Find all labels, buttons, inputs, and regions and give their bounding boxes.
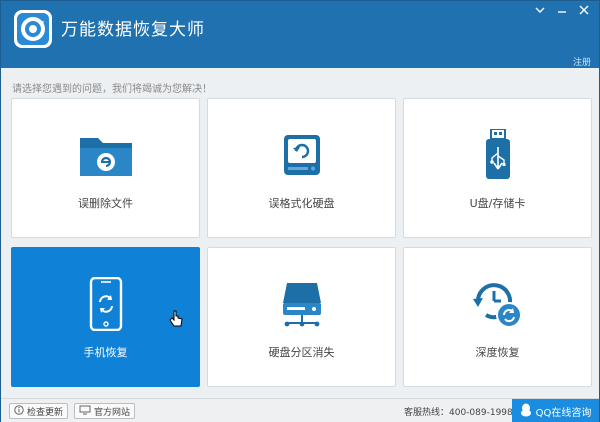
qq-consult-button[interactable]: QQ在线咨询	[512, 399, 599, 422]
website-button[interactable]: 官方网站	[74, 403, 136, 419]
phone-recover-icon	[76, 277, 136, 331]
tile-label: 深度恢复	[475, 346, 520, 359]
mouse-cursor-icon	[169, 310, 183, 332]
hint-text: 请选择您遇到的问题，我们将竭诚为您解决！	[12, 84, 212, 95]
tile-deleted-files[interactable]: 误删除文件	[11, 98, 200, 238]
info-icon	[14, 404, 24, 418]
tile-label: 硬盘分区消失	[268, 346, 335, 359]
tile-label: 误删除文件	[78, 197, 133, 210]
website-label: 官方网站	[94, 407, 131, 418]
tile-label: 手机恢复	[83, 346, 128, 359]
tile-usb-card[interactable]: U盘/存储卡	[403, 98, 592, 238]
monitor-icon	[79, 405, 91, 418]
deep-recover-icon	[468, 278, 528, 330]
tile-label: 误格式化硬盘	[268, 197, 335, 210]
status-bar: 检查更新 官方网站 客服热线：400-089-1998 QQ在线咨询	[1, 398, 599, 422]
hotline-text: 客服热线：400-089-1998	[404, 408, 513, 418]
folder-recover-icon	[76, 129, 136, 181]
qq-penguin-icon	[520, 403, 532, 420]
tile-formatted-disk[interactable]: 误格式化硬盘	[207, 98, 396, 238]
minimize-icon[interactable]	[553, 3, 571, 17]
qq-consult-label: QQ在线咨询	[535, 407, 592, 419]
app-window: 万能数据恢复大师 注册 请选择您遇到的问题，我们将竭诚为您解决！ 误删除文件 误…	[0, 0, 600, 422]
window-controls	[531, 3, 593, 17]
close-icon[interactable]	[575, 3, 593, 17]
tile-label: U盘/存储卡	[469, 197, 526, 210]
tile-deep-recover[interactable]: 深度恢复	[403, 247, 592, 387]
title-bar: 万能数据恢复大师 注册	[1, 1, 599, 68]
app-logo-icon	[13, 9, 53, 49]
usb-drive-icon	[468, 129, 528, 181]
dropdown-menu-icon[interactable]	[531, 3, 549, 17]
app-title: 万能数据恢复大师	[61, 20, 205, 40]
check-update-button[interactable]: 检查更新	[9, 403, 69, 419]
disk-partition-icon	[272, 278, 332, 330]
disk-format-icon	[272, 129, 332, 181]
register-link[interactable]: 注册	[573, 55, 591, 68]
tile-lost-partition[interactable]: 硬盘分区消失	[207, 247, 396, 387]
check-update-label: 检查更新	[27, 407, 64, 418]
